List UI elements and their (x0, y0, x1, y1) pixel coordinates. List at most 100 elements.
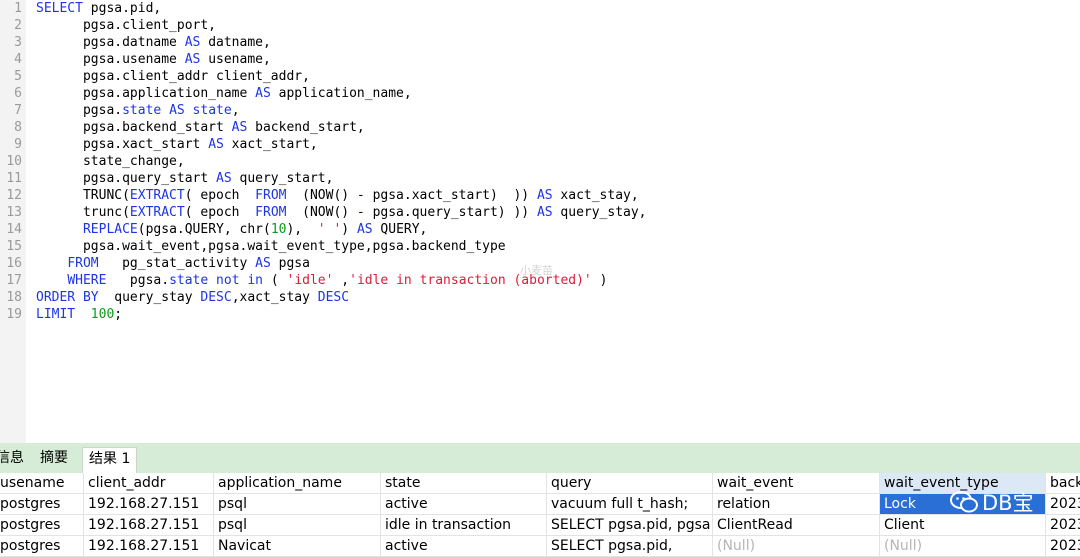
code-line[interactable]: LIMIT 100; (36, 306, 122, 323)
code-line[interactable]: TRUNC(EXTRACT( epoch FROM (NOW() - pgsa.… (36, 187, 639, 204)
line-number: 18 (6, 290, 22, 305)
code-line[interactable]: pgsa.application_name AS application_nam… (36, 85, 412, 102)
code-token: application_name, (270, 86, 412, 101)
column-header-usename[interactable]: usename (0, 473, 84, 494)
table-cell[interactable]: 2023 (1046, 515, 1080, 536)
table-cell[interactable]: postgres (0, 494, 84, 515)
code-token: pgsa.query_start (36, 171, 217, 186)
code-token: pgsa.client_port, (36, 18, 217, 33)
table-cell[interactable]: 192.168.27.151 (84, 494, 214, 515)
code-token: SELECT (36, 1, 83, 16)
code-token: (NOW() - pgsa.query_start) )) (286, 205, 537, 220)
code-line[interactable]: pgsa.client_port, (36, 17, 216, 34)
line-number: 7 (14, 103, 22, 118)
code-token: AS (216, 171, 232, 186)
code-token: , (231, 103, 240, 118)
code-line[interactable]: pgsa.usename AS usename, (36, 51, 271, 68)
line-number: 11 (6, 171, 22, 186)
line-number: 2 (14, 18, 22, 33)
code-token: 100 (90, 307, 115, 322)
code-token: FROM (255, 188, 287, 203)
code-token: pgsa. (106, 273, 170, 288)
table-cell[interactable]: idle in transaction (381, 515, 547, 536)
code-token: AS (184, 52, 201, 67)
column-header-state[interactable]: state (381, 473, 547, 494)
code-token: (pgsa.QUERY, chr( (137, 222, 271, 237)
code-line[interactable]: pgsa.backend_start AS backend_start, (36, 119, 365, 136)
code-line[interactable]: pgsa.query_start AS query_start, (36, 170, 333, 187)
db-bao-watermark: DB宝 (950, 487, 1034, 517)
code-line[interactable]: pgsa.state AS state, (36, 102, 240, 119)
code-line[interactable]: FROM pg_stat_activity AS pgsa (36, 255, 310, 272)
code-line[interactable]: SELECT pgsa.pid, (36, 0, 161, 17)
code-token: QUERY, (372, 222, 428, 237)
code-line[interactable]: pgsa.datname AS datname, (36, 34, 271, 51)
code-token: FROM (255, 205, 287, 220)
line-number: 10 (6, 154, 22, 169)
code-line[interactable]: ORDER BY query_stay DESC,xact_stay DESC (36, 289, 349, 306)
result-grid[interactable]: usename client_addr application_name state q… (0, 473, 1080, 557)
line-number: 13 (6, 205, 22, 220)
line-number: 8 (14, 120, 22, 135)
code-token: EXTRACT (129, 205, 185, 220)
line-number: 12 (6, 188, 22, 203)
code-token: not (216, 273, 240, 288)
column-header-query[interactable]: query (547, 473, 713, 494)
table-cell[interactable]: relation (713, 494, 880, 515)
table-cell[interactable]: psql (214, 494, 381, 515)
table-cell[interactable]: 192.168.27.151 (84, 515, 214, 536)
code-token: ORDER BY (36, 290, 99, 305)
code-line[interactable]: state_change, (36, 153, 185, 170)
code-token: ; (114, 307, 123, 322)
code-token: pgsa.datname (36, 35, 185, 50)
code-token: EXTRACT (129, 188, 185, 203)
code-token: query_start, (231, 171, 334, 186)
column-header-application-name[interactable]: application_name (214, 473, 381, 494)
table-cell[interactable]: SELECT pgsa.pid, pgsa (547, 515, 713, 536)
code-line[interactable]: pgsa.xact_start AS xact_start, (36, 136, 318, 153)
line-number: 6 (14, 86, 22, 101)
table-cell[interactable]: Client (880, 515, 1046, 536)
code-token: LIMIT (36, 307, 76, 322)
table-cell[interactable]: active (381, 494, 547, 515)
code-token: AS (356, 222, 373, 237)
table-cell[interactable]: ClientRead (713, 515, 880, 536)
code-line[interactable]: REPLACE(pgsa.QUERY, chr(10), ' ') AS QUE… (36, 221, 427, 238)
code-token: pgsa.wait_event,pgsa.wait_event_type,pgs… (36, 239, 506, 254)
line-number: 4 (14, 52, 22, 67)
code-token: AS (536, 205, 553, 220)
table-cell[interactable]: psql (214, 515, 381, 536)
tab-summary[interactable]: 摘要 (34, 447, 74, 473)
line-number-gutter: 1 2 3 4 5 6 7 8 9 10 11 12 13 14 15 16 17 18 19 (0, 0, 26, 443)
code-line[interactable]: trunc(EXTRACT( epoch FROM (NOW() - pgsa.… (36, 204, 647, 221)
code-line[interactable]: pgsa.wait_event,pgsa.wait_event_type,pgs… (36, 238, 506, 255)
code-token: ( (263, 273, 287, 288)
code-token: ), (286, 222, 318, 237)
wechat-icon (950, 491, 978, 513)
line-number: 1 (14, 1, 22, 16)
code-token: 10 (270, 222, 287, 237)
table-cell[interactable]: vacuum full t_hash; (547, 494, 713, 515)
code-token: datname, (200, 35, 271, 50)
column-header-back[interactable]: back (1046, 473, 1080, 494)
code-token: AS (169, 103, 185, 118)
table-cell[interactable]: 2023 (1046, 494, 1080, 515)
column-header-client-addr[interactable]: client_addr (84, 473, 214, 494)
code-token: 'idle' (286, 273, 334, 288)
tab-info[interactable]: 信息 (0, 447, 30, 473)
code-token: ' ' (317, 222, 342, 237)
table-cell[interactable]: postgres (0, 515, 84, 536)
sql-editor[interactable]: 1 2 3 4 5 6 7 8 9 10 11 12 13 14 15 16 17 18 19 SELECT pgs… (0, 0, 1080, 443)
code-line[interactable]: pgsa.client_addr client_addr, (36, 68, 310, 85)
code-token: FROM (67, 256, 99, 271)
code-token: AS (184, 35, 201, 50)
code-token: AS (255, 256, 271, 271)
code-token: xact_start, (223, 137, 318, 152)
tab-result-1[interactable]: 结果 1 (82, 447, 138, 474)
column-header-wait-event[interactable]: wait_event (713, 473, 880, 494)
